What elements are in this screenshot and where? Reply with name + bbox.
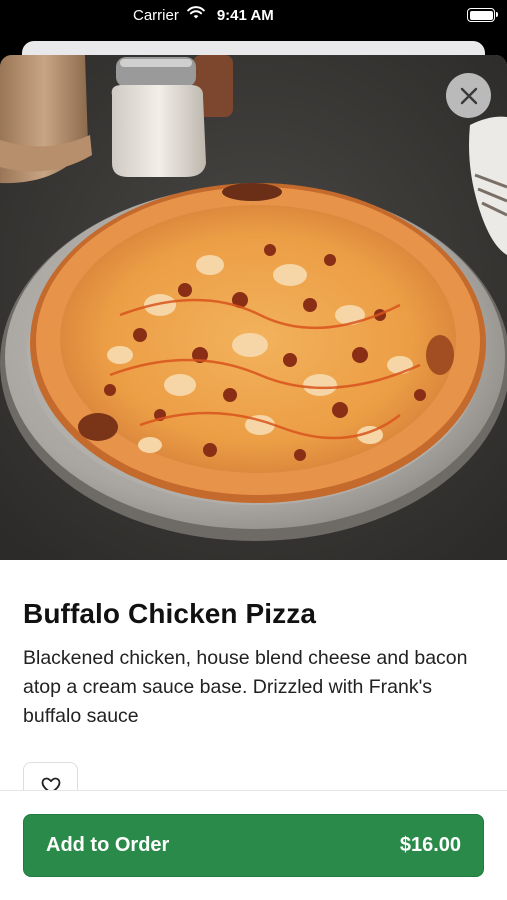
add-to-order-button[interactable]: Add to Order $16.00 <box>23 814 484 877</box>
close-button[interactable] <box>446 73 491 118</box>
app-screen: Carrier 9:41 AM Buffalo Chicken Pizza Bl… <box>0 0 507 900</box>
add-to-order-label: Add to Order <box>46 834 170 856</box>
carrier-label: Carrier <box>133 6 179 24</box>
item-detail-sheet: Buffalo Chicken Pizza Blackened chicken,… <box>0 55 507 900</box>
close-icon <box>460 87 478 105</box>
order-price: $16.00 <box>399 834 461 856</box>
item-description: Blackened chicken, house blend cheese an… <box>23 647 468 727</box>
item-title: Buffalo Chicken Pizza <box>23 598 317 629</box>
clock: 9:41 AM <box>216 6 274 24</box>
order-footer: Add to Order $16.00 <box>0 790 507 900</box>
item-photo <box>0 55 507 560</box>
wifi-icon <box>187 6 205 24</box>
battery-icon <box>467 8 498 22</box>
status-bar: Carrier 9:41 AM <box>0 0 507 32</box>
